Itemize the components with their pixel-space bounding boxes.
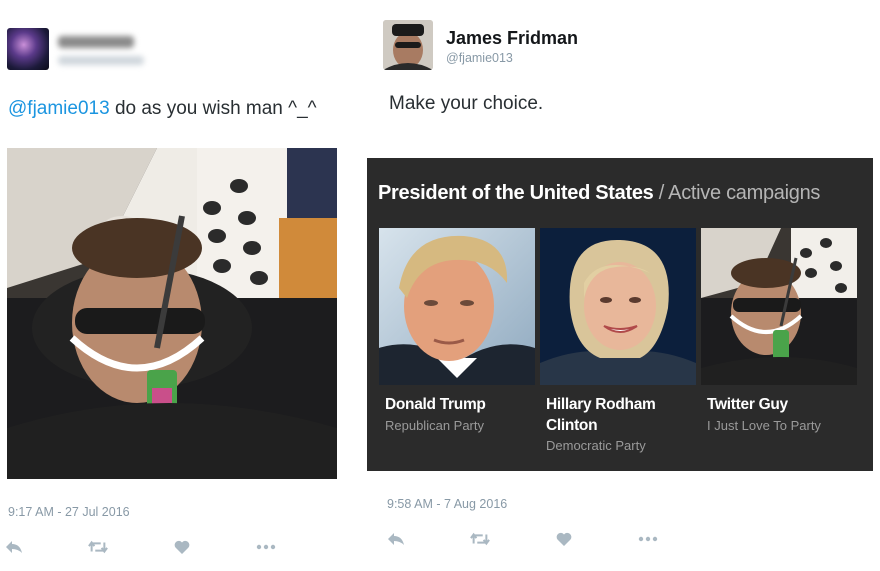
card-subtitle: Active campaigns [668, 182, 821, 204]
like-button[interactable] [172, 537, 192, 557]
more-icon [638, 536, 658, 542]
candidate-photo [701, 228, 857, 385]
more-icon [256, 544, 276, 550]
retweet-button[interactable] [470, 529, 490, 549]
candidate-photo [379, 228, 535, 385]
like-button[interactable] [554, 529, 574, 549]
reply-button[interactable] [4, 537, 24, 557]
candidate-name: Twitter Guy [707, 396, 788, 413]
trump-portrait [379, 228, 535, 385]
reply-icon [388, 533, 404, 545]
card-separator: / [653, 182, 669, 204]
reply-icon [6, 541, 22, 553]
timestamp[interactable]: 9:58 AM - 7 Aug 2016 [387, 497, 507, 511]
redacted-handle [58, 56, 144, 65]
clinton-portrait [540, 228, 696, 385]
avatar[interactable] [383, 20, 433, 70]
display-name[interactable]: James Fridman [446, 28, 578, 49]
tweet-photo[interactable] [7, 148, 337, 479]
avatar-photo [383, 20, 433, 70]
card-heading: President of the United States [378, 182, 654, 204]
tweet-text: @fjamie013 do as you wish man ^_^ [8, 98, 317, 120]
action-bar [386, 529, 658, 549]
candidate-name: Hillary Rodham Clinton [546, 396, 656, 434]
like-icon [556, 532, 572, 546]
more-button[interactable] [256, 537, 276, 557]
retweet-icon [470, 532, 490, 546]
candidate-party: Democratic Party [546, 438, 646, 453]
action-bar [4, 537, 276, 557]
right-tweet: James Fridman @fjamie013 Make your choic… [352, 0, 880, 571]
left-tweet: @fjamie013 do as you wish man ^_^ 9:17 A… [0, 0, 352, 571]
retweet-button[interactable] [88, 537, 108, 557]
twitter-guy-portrait [701, 228, 857, 385]
avatar[interactable] [7, 28, 49, 70]
tweet-body: do as you wish man ^_^ [109, 98, 317, 119]
reply-button[interactable] [386, 529, 406, 549]
retweet-icon [88, 540, 108, 554]
candidate-party: Republican Party [385, 418, 484, 433]
user-handle[interactable]: @fjamie013 [446, 51, 513, 65]
card-title: President of the United States / Active … [378, 182, 820, 205]
mention-link[interactable]: @fjamie013 [8, 98, 110, 119]
timestamp[interactable]: 9:17 AM - 27 Jul 2016 [8, 505, 130, 519]
tweet-text: Make your choice. [389, 93, 544, 114]
candidate-name: Donald Trump [385, 396, 486, 413]
redacted-name [58, 36, 134, 48]
candidate-photo [540, 228, 696, 385]
selfie-photo [7, 148, 337, 479]
candidate-party: I Just Love To Party [707, 418, 821, 433]
campaign-card[interactable]: President of the United States / Active … [367, 158, 873, 471]
like-icon [174, 540, 190, 554]
more-button[interactable] [638, 529, 658, 549]
